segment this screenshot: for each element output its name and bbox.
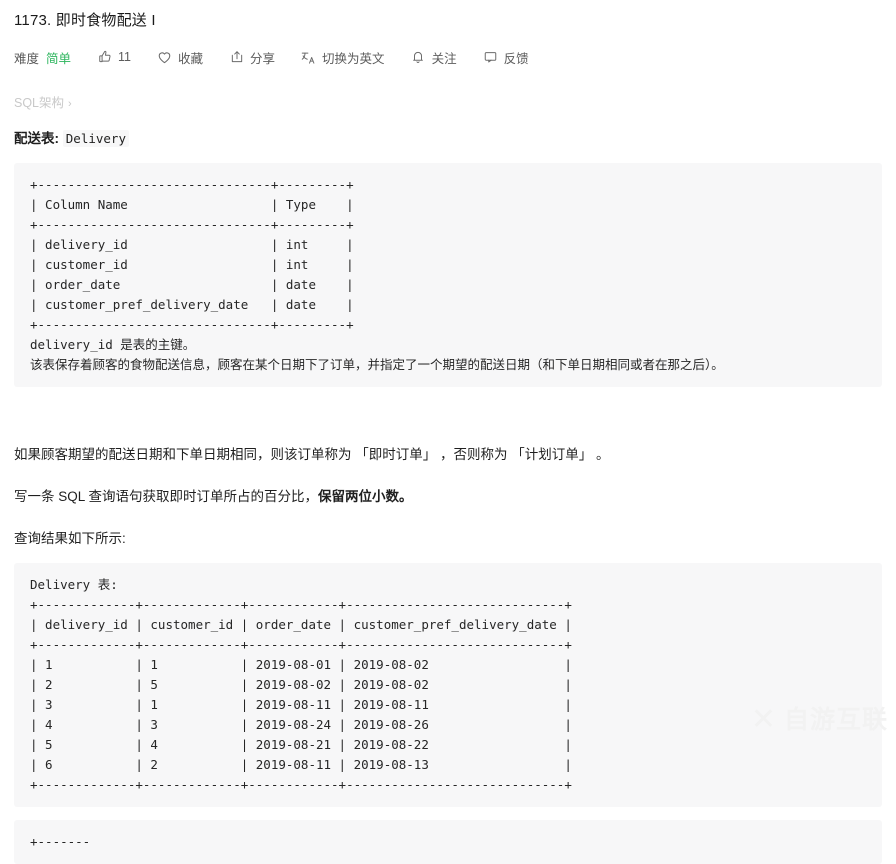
problem-toolbar: 难度 简单 11 收藏 分享 切换为英文 关注 反馈 [14,42,882,72]
description-paragraph-1: 如果顾客期望的配送日期和下单日期相同，则该订单称为 「即时订单」 ，否则称为 「… [14,446,610,462]
translate-icon [301,50,316,65]
like-count: 11 [118,50,132,64]
feedback-button[interactable]: 反馈 [483,48,529,67]
description-p2-emphasis: 保留两位小数。 [318,488,413,504]
bell-icon [411,50,426,65]
favorite-button[interactable]: 收藏 [157,48,203,67]
favorite-label: 收藏 [178,51,204,66]
breadcrumb-label: SQL架构 [14,96,65,110]
description-paragraph-3: 查询结果如下所示: [14,530,126,546]
heart-icon [157,50,172,65]
chevron-right-icon: › [68,98,72,110]
translate-button[interactable]: 切换为英文 [301,48,385,67]
share-icon [229,50,244,65]
thumbs-up-icon [97,50,112,65]
difficulty-label: 难度 [14,51,40,66]
description-p2-text: 写一条 SQL 查询语句获取即时订单所占的百分比， [14,488,319,504]
share-label: 分享 [250,51,276,66]
schema-heading: 配送表: Delivery [14,129,882,149]
schema-heading-prefix: 配送表: [14,131,59,146]
like-button[interactable]: 11 [97,50,131,65]
problem-page: 1173. 即时食物配送 I 难度 简单 11 收藏 分享 切换为英文 关注 反… [0,0,896,864]
example-code-block: Delivery 表: +-------------+-------------… [14,562,882,807]
next-code-block-partial: +------- [14,819,882,864]
difficulty-value: 简单 [46,51,72,66]
breadcrumb[interactable]: SQL架构 › [14,94,882,113]
difficulty-badge: 难度 简单 [14,48,71,67]
feedback-icon [483,50,498,65]
schema-table-name: Delivery [62,130,129,147]
page-title: 1173. 即时食物配送 I [14,12,156,29]
feedback-label: 反馈 [503,51,529,66]
subscribe-label: 关注 [431,51,457,66]
description-paragraph-2: 写一条 SQL 查询语句获取即时订单所占的百分比，保留两位小数。 [14,486,882,508]
schema-code-block: +-------------------------------+-------… [14,163,882,387]
subscribe-button[interactable]: 关注 [411,48,457,67]
translate-label: 切换为英文 [322,51,385,66]
share-button[interactable]: 分享 [229,48,275,67]
